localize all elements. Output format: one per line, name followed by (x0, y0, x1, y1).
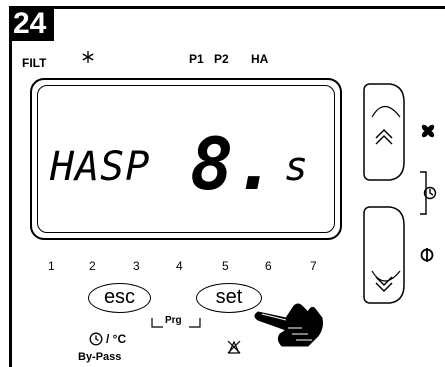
temp-unit-label: / °C (106, 332, 127, 346)
p1-indicator: P1 (189, 52, 204, 66)
ha-indicator: HA (251, 52, 269, 66)
frame-left-border (9, 6, 12, 367)
scale-number-5: 5 (222, 259, 229, 273)
lcd-param-code: HASP (50, 144, 151, 190)
filt-indicator: FILT (22, 56, 47, 70)
clock-icon (89, 332, 103, 351)
scale-number-3: 3 (133, 259, 140, 273)
scale-number-4: 4 (176, 259, 183, 273)
timer-bracket-icon (418, 168, 438, 223)
snowflake-icon (81, 50, 95, 69)
lcd-value: 8. (190, 122, 277, 206)
no-fan-icon (226, 339, 242, 360)
up-button[interactable] (360, 82, 406, 187)
p2-indicator: P2 (214, 52, 229, 66)
scale-number-7: 7 (310, 259, 317, 273)
step-number: 24 (9, 6, 54, 41)
fan-icon (420, 123, 436, 144)
frame-top-border (9, 6, 445, 9)
esc-key[interactable]: esc (88, 283, 151, 313)
prg-label: Prg (165, 315, 182, 326)
bypass-label: By-Pass (78, 351, 122, 363)
scale-number-6: 6 (265, 259, 272, 273)
power-icon (419, 247, 435, 268)
hand-pointer-icon (252, 290, 334, 353)
scale-number-2: 2 (89, 259, 96, 273)
down-button[interactable] (360, 205, 406, 310)
lcd-unit: s (284, 144, 309, 190)
scale-number-1: 1 (48, 259, 55, 273)
